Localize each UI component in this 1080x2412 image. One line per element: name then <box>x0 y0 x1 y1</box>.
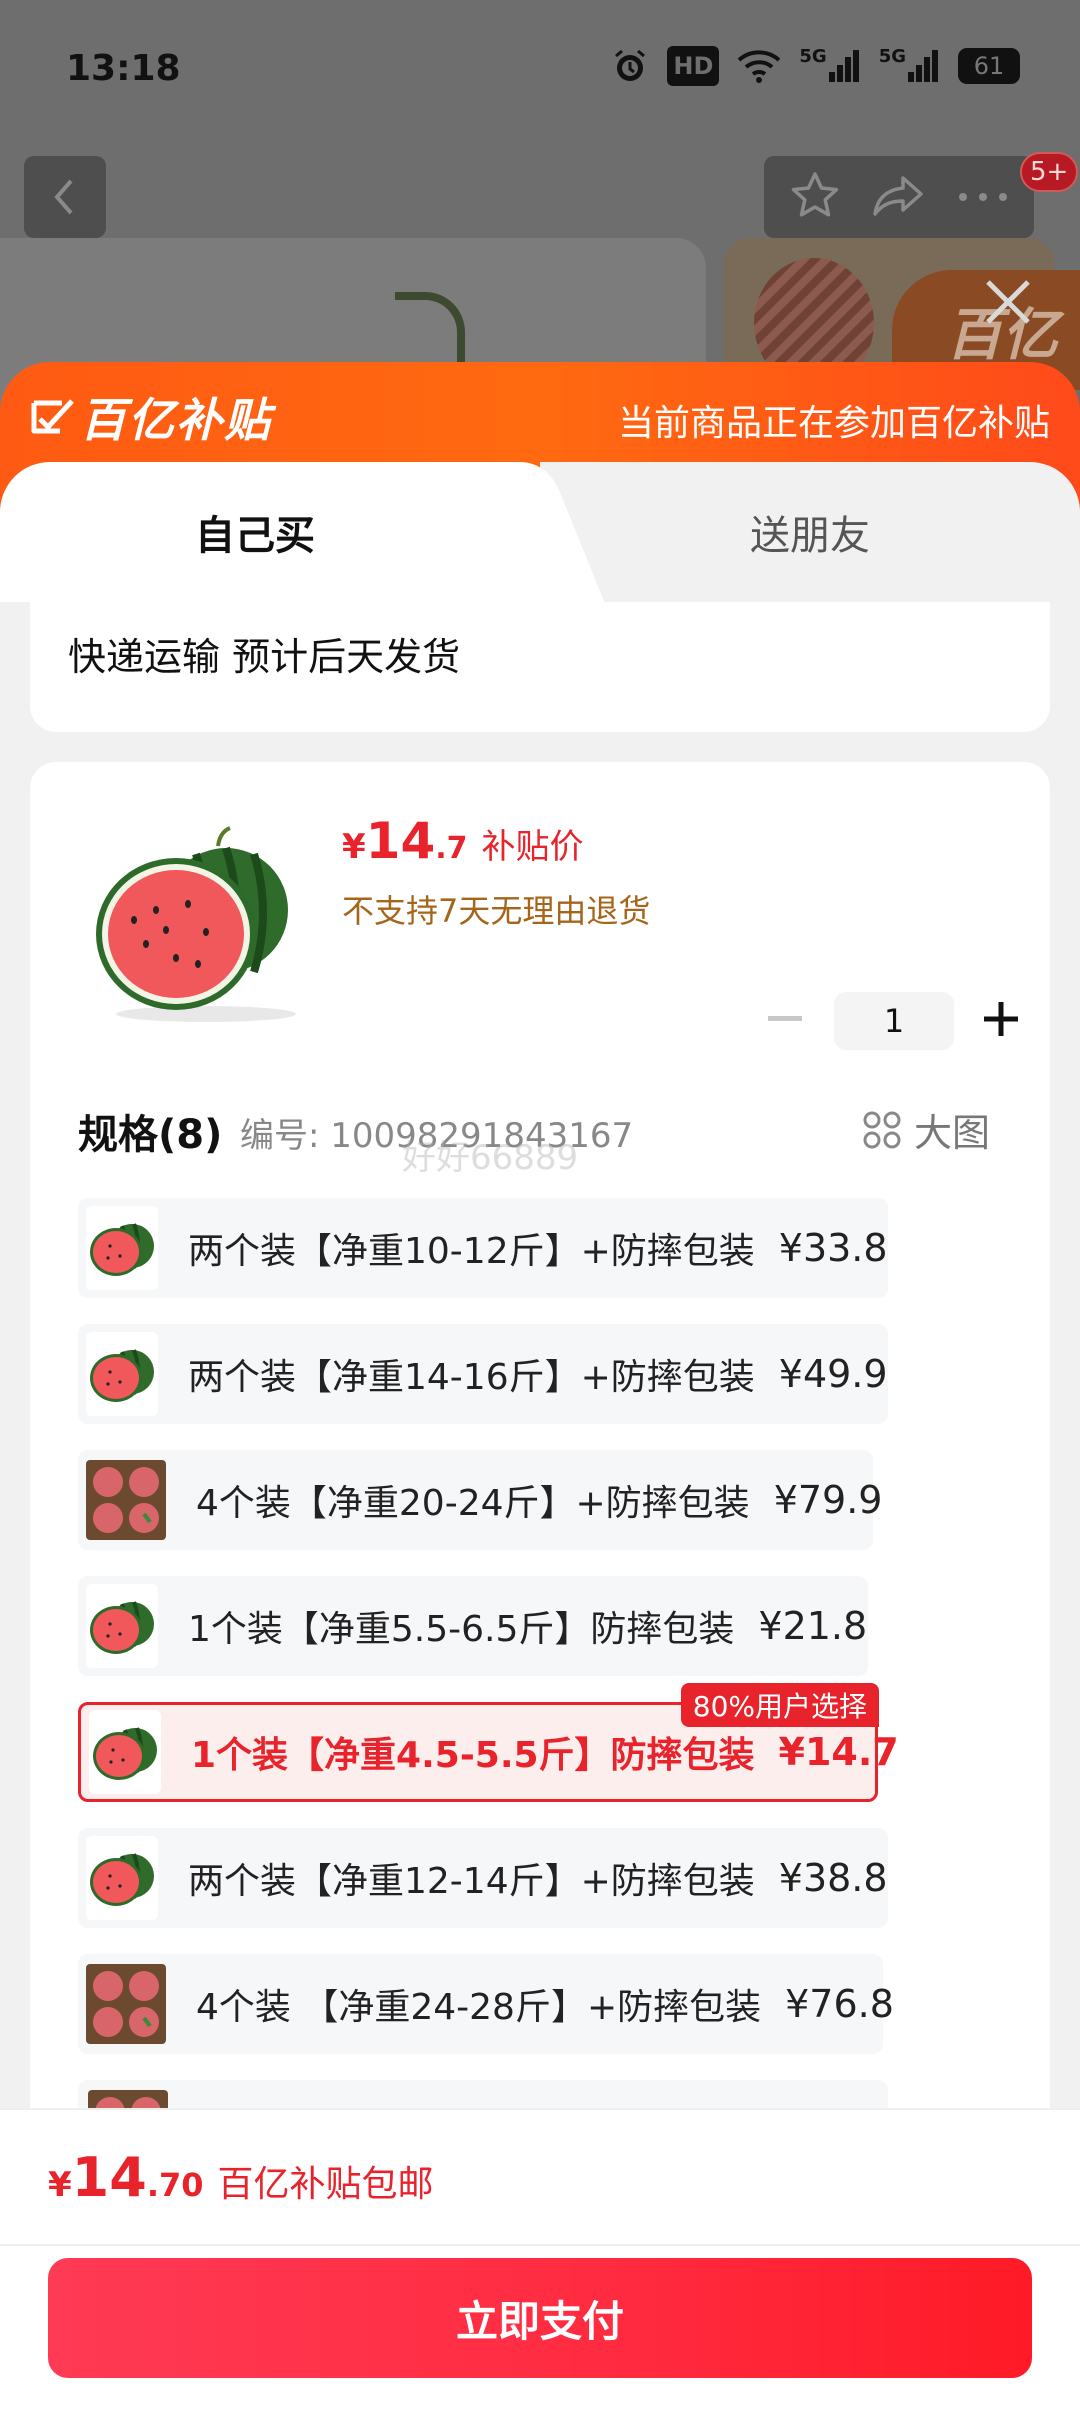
boxed-watermelon-thumbnail <box>86 1962 166 2046</box>
spec-title: 规格(8) <box>78 1112 223 1158</box>
brand-text: 百亿补贴 <box>80 393 272 447</box>
spec-option-label: 1个装【净重4.5-5.5斤】防摔包装 <box>191 1735 755 1776</box>
quantity-input[interactable]: 1 <box>834 992 954 1050</box>
buy-mode-tabs: 送朋友 自己买 <box>0 462 1080 602</box>
quantity-decrement-button[interactable] <box>760 994 810 1044</box>
watermark: 好好66889 <box>402 1138 579 1178</box>
tab-self-buy-label: 自己买 <box>195 513 315 559</box>
status-icons: HD 5G 5G 61 <box>611 46 1020 86</box>
footer-total: ¥ 14 .70 百亿补贴包邮 <box>48 2146 434 2209</box>
brand-check-icon <box>31 399 74 434</box>
status-bar: 13:18 HD 5G 5G 61 <box>0 0 1080 140</box>
alarm-icon <box>611 46 649 86</box>
return-policy-note: 不支持7天无理由退货 <box>342 892 651 930</box>
footer-price-integer: 14 <box>71 2146 147 2209</box>
price-label: 补贴价 <box>481 827 584 867</box>
signal-5g-icon-2: 5G <box>879 46 940 86</box>
net1-label: 5G <box>799 46 827 67</box>
product-image <box>76 824 316 1024</box>
large-image-label: 大图 <box>914 1111 991 1155</box>
footer-price-decimal: .70 <box>146 2166 204 2204</box>
spec-option-price: ¥33.8 <box>778 1226 888 1270</box>
tab-self-buy[interactable]: 自己买 <box>0 462 560 602</box>
top-action-group <box>764 156 1034 238</box>
purchase-sheet: 百亿补贴 当前商品正在参加百亿补贴 送朋友 自己买 快递运输 预计后天发货 ¥ … <box>0 362 1080 2412</box>
spec-option[interactable]: 4个装 【净重24-28斤】+防摔包装 ¥76.8 <box>78 1954 894 2054</box>
favorite-star-icon[interactable] <box>789 170 841 224</box>
spec-option-price: ¥21.8 <box>758 1604 868 1648</box>
brand-subtitle: 当前商品正在参加百亿补贴 <box>617 403 1050 444</box>
minus-icon <box>768 1016 802 1021</box>
spec-option-price: ¥76.8 <box>785 1982 894 2026</box>
notification-badge: 5+ <box>1020 152 1079 192</box>
watermelon-thumbnail <box>86 1332 158 1416</box>
footer-divider <box>0 2244 1080 2246</box>
shipping-card: 快递运输 预计后天发货 <box>30 602 1050 732</box>
watermelon-thumbnail <box>89 1710 161 1794</box>
more-icon[interactable] <box>957 188 1009 207</box>
spec-option[interactable]: 两个装【净重10-12斤】+防摔包装 ¥33.8 <box>78 1198 888 1298</box>
share-icon[interactable] <box>871 172 927 222</box>
spec-option-price: ¥14.7 <box>778 1730 899 1774</box>
spec-option-label: 1个装【净重5.5-6.5斤】防摔包装 <box>188 1609 735 1650</box>
watermelon-thumbnail <box>86 1584 158 1668</box>
grid-icon <box>863 1111 901 1148</box>
spec-option-label: 两个装【净重10-12斤】+防摔包装 <box>188 1231 755 1272</box>
watermelon-thumbnail <box>86 1206 158 1290</box>
battery-icon: 61 <box>958 48 1020 84</box>
spec-option-price: ¥49.9 <box>778 1352 888 1396</box>
subsidy-price: ¥ 14 .7 补贴价 <box>342 812 584 870</box>
spec-option[interactable]: 两个装【净重12-14斤】+防摔包装 ¥38.8 <box>78 1828 888 1928</box>
footer-shipping-note: 百亿补贴包邮 <box>217 2164 434 2205</box>
spec-option[interactable]: 4个装【净重20-24斤】+防摔包装 ¥79.9 <box>78 1450 882 1550</box>
spec-option[interactable]: 1个装【净重5.5-6.5斤】防摔包装 ¥21.8 <box>78 1576 868 1676</box>
tab-gift-label: 送朋友 <box>750 513 870 559</box>
background-stem-shape <box>395 292 465 372</box>
quantity-increment-button[interactable] <box>976 994 1026 1044</box>
price-decimal: .7 <box>435 831 468 866</box>
popular-choice-badge: 80%用户选择 <box>680 1683 879 1727</box>
spec-option-label: 4个装 【净重24-28斤】+防摔包装 <box>196 1987 762 2028</box>
spec-option-label: 4个装【净重20-24斤】+防摔包装 <box>196 1483 750 1524</box>
back-button[interactable] <box>24 156 106 238</box>
plus-icon <box>984 1002 1018 1036</box>
tab-gift[interactable]: 送朋友 <box>540 462 1080 602</box>
shipping-text: 快递运输 预计后天发货 <box>68 635 461 679</box>
spec-option-price: ¥79.9 <box>773 1478 883 1522</box>
spec-option-label: 两个装【净重12-14斤】+防摔包装 <box>188 1861 755 1902</box>
signal-5g-icon: 5G <box>799 46 860 86</box>
spec-option-selected[interactable]: 1个装【净重4.5-5.5斤】防摔包装 ¥14.7 80%用户选择 <box>78 1683 899 1802</box>
hd-icon: HD <box>667 46 720 86</box>
checkout-footer: ¥ 14 .70 百亿补贴包邮 立即支付 <box>0 2108 1080 2412</box>
net2-label: 5G <box>878 46 906 67</box>
pay-now-button[interactable]: 立即支付 <box>48 2258 1032 2378</box>
spec-option[interactable]: 两个装【净重14-16斤】+防摔包装 ¥49.9 <box>78 1324 888 1424</box>
spec-option-price: ¥38.8 <box>778 1856 888 1900</box>
close-icon[interactable] <box>980 274 1036 330</box>
boxed-watermelon-thumbnail <box>86 1458 166 1542</box>
price-currency: ¥ <box>342 827 366 867</box>
watermelon-thumbnail <box>86 1836 158 1920</box>
price-integer: 14 <box>365 812 436 870</box>
spec-option-label: 两个装【净重14-16斤】+防摔包装 <box>188 1357 755 1398</box>
large-image-toggle[interactable]: 大图 <box>862 1102 990 1157</box>
wifi-icon <box>737 46 781 86</box>
brand-logo: 百亿补贴 <box>30 384 272 450</box>
status-time: 13:18 <box>66 48 181 89</box>
chevron-left-icon <box>54 179 73 215</box>
footer-currency: ¥ <box>48 2165 72 2205</box>
